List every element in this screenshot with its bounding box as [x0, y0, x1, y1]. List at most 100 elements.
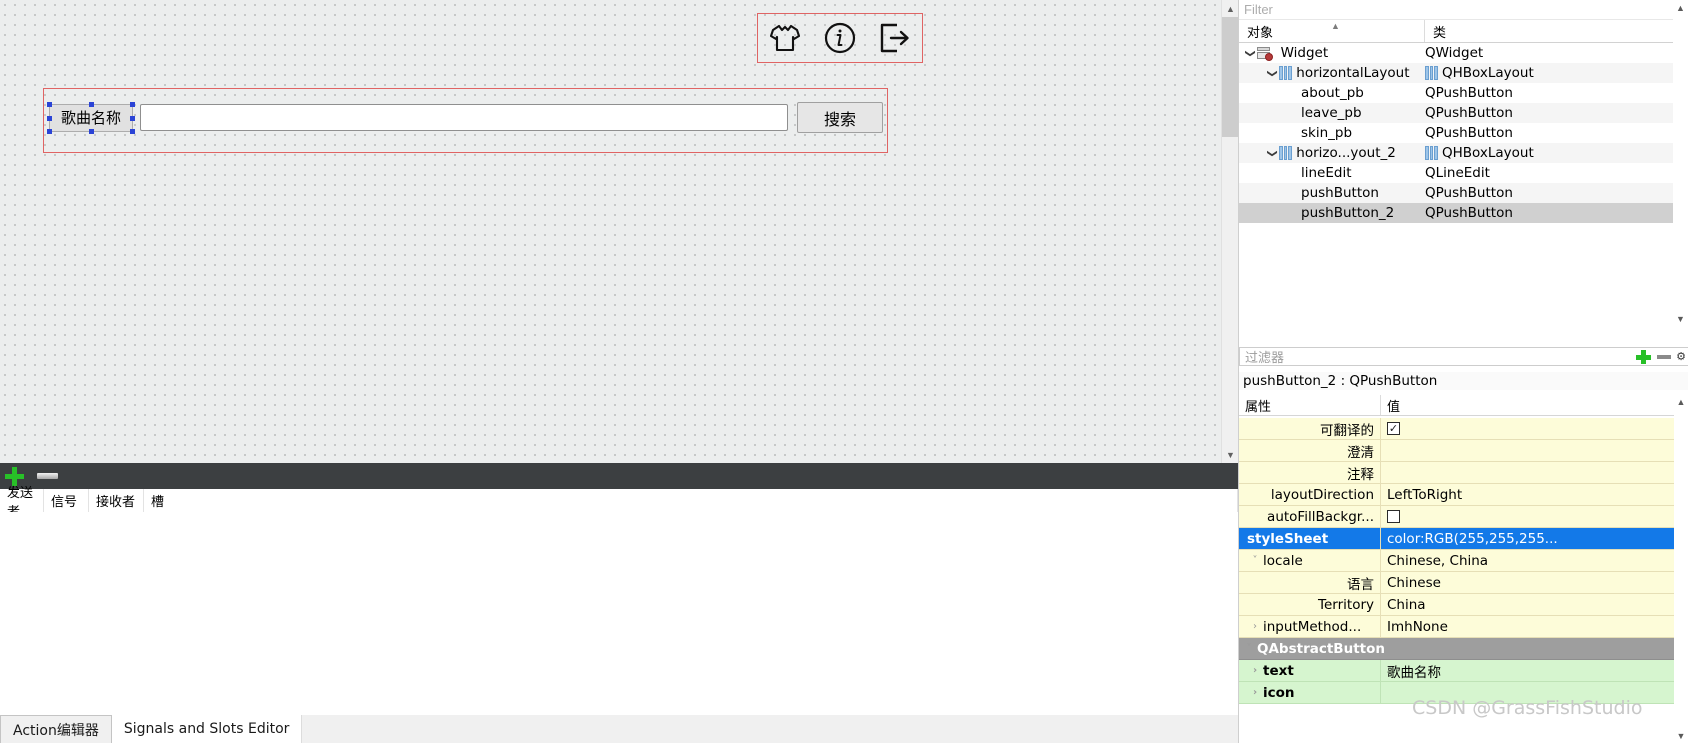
selection-handle[interactable] [47, 128, 52, 134]
song-name-button[interactable]: 歌曲名称 [47, 101, 135, 134]
property-name-column-header[interactable]: 属性 [1239, 395, 1381, 415]
tab-signals-slots-editor[interactable]: Signals and Slots Editor [111, 715, 302, 743]
property-row[interactable]: layoutDirection LeftToRight [1239, 484, 1688, 506]
scroll-up-icon[interactable]: ▲ [1673, 0, 1688, 15]
chevron-right-icon[interactable]: › [1247, 687, 1263, 698]
signals-slots-list[interactable] [0, 512, 1238, 664]
search-input[interactable] [140, 104, 788, 131]
object-class-cell: QPushButton [1425, 103, 1688, 123]
horizontal-layout-top[interactable] [757, 13, 923, 63]
chevron-right-icon[interactable]: › [1247, 621, 1263, 632]
property-name-label: icon [1263, 684, 1295, 701]
property-value-cell[interactable]: ImhNone [1381, 616, 1688, 637]
skin-button[interactable] [758, 14, 813, 62]
property-value-column-header[interactable]: 值 [1381, 395, 1688, 415]
property-value-cell[interactable]: Chinese [1381, 572, 1688, 593]
property-row[interactable]: › inputMethod... ImhNone [1239, 616, 1688, 638]
property-value-cell[interactable]: China [1381, 594, 1688, 615]
scroll-up-icon[interactable]: ▲ [1674, 395, 1688, 409]
property-row[interactable]: ˅ locale Chinese, China [1239, 550, 1688, 572]
chevron-down-icon[interactable]: ❯ [1267, 66, 1278, 80]
property-scrollbar[interactable]: ▲ ▼ [1674, 395, 1688, 743]
selection-handle[interactable] [89, 128, 94, 134]
configure-icon[interactable]: ⚙ [1674, 347, 1688, 366]
property-value-cell[interactable] [1385, 638, 1688, 659]
chevron-down-icon[interactable]: ❯ [1267, 146, 1278, 160]
property-name-cell: layoutDirection [1239, 484, 1381, 505]
object-tree-rows[interactable]: ❯ Widget QWidget ❯ horizontalLayout QHBoxLa… [1239, 43, 1688, 223]
property-value-cell[interactable]: Chinese, China [1381, 550, 1688, 571]
property-filter-input[interactable]: 过滤器 [1239, 347, 1688, 366]
scroll-down-icon[interactable]: ▼ [1222, 446, 1239, 463]
remove-property-icon[interactable] [1654, 347, 1674, 366]
checkbox[interactable] [1387, 510, 1400, 523]
property-row[interactable]: 注释 [1239, 462, 1688, 484]
property-row[interactable]: 语言 Chinese [1239, 572, 1688, 594]
property-name-cell: ˅ locale [1239, 550, 1381, 571]
checkbox[interactable]: ✓ [1387, 422, 1400, 435]
remove-connection-icon[interactable] [37, 473, 58, 479]
about-button[interactable] [813, 14, 868, 62]
property-value-cell[interactable]: ✓ [1381, 418, 1688, 439]
column-slot[interactable]: 槽 [144, 489, 1238, 512]
chevron-down-icon[interactable]: ˅ [1241, 643, 1257, 654]
object-tree-row[interactable]: pushButton QPushButton [1239, 183, 1688, 203]
property-value-cell[interactable]: LeftToRight [1381, 484, 1688, 505]
property-value-cell[interactable]: color:RGB(255,255,255... [1381, 528, 1688, 549]
scroll-up-icon[interactable]: ▲ [1222, 0, 1239, 17]
leave-button[interactable] [867, 14, 922, 62]
object-filter-input[interactable]: Filter [1239, 0, 1688, 20]
chevron-down-icon[interactable]: ❯ [1245, 46, 1256, 60]
property-rows[interactable]: 可翻译的 ✓ 澄清 注释 layoutDirection LeftToRight autoF… [1239, 418, 1688, 743]
property-row[interactable]: › icon [1239, 682, 1688, 704]
property-value-cell[interactable] [1381, 462, 1688, 483]
scrollbar-thumb[interactable] [1222, 17, 1239, 137]
object-tree-scrollbar[interactable]: ▲ ▼ [1673, 0, 1688, 326]
object-tree-row[interactable]: ❯ Widget QWidget [1239, 43, 1688, 63]
object-tree-row[interactable]: about_pb QPushButton [1239, 83, 1688, 103]
selection-handle[interactable] [130, 101, 135, 107]
property-row[interactable]: autoFillBackgr... [1239, 506, 1688, 528]
chevron-right-icon[interactable]: › [1247, 665, 1263, 676]
property-name-cell: styleSheet [1239, 528, 1381, 549]
object-tree-row[interactable]: ❯ horizontalLayout QHBoxLayout [1239, 63, 1688, 83]
column-sender[interactable]: 发送者 [0, 486, 44, 520]
selection-handle[interactable] [47, 101, 52, 107]
object-tree-row[interactable]: skin_pb QPushButton [1239, 123, 1688, 143]
scroll-down-icon[interactable]: ▼ [1674, 729, 1688, 743]
selection-handle[interactable] [130, 128, 135, 134]
property-row[interactable]: › text 歌曲名称 [1239, 660, 1688, 682]
object-name-label: skin_pb [1301, 125, 1353, 141]
selection-handle[interactable] [130, 115, 135, 121]
object-name-cell: skin_pb [1239, 123, 1425, 143]
column-signal[interactable]: 信号 [44, 489, 89, 512]
class-column-header[interactable]: 类 [1425, 20, 1688, 42]
selection-handle[interactable] [89, 101, 94, 107]
object-tree-row[interactable]: leave_pb QPushButton [1239, 103, 1688, 123]
property-value-cell[interactable] [1381, 440, 1688, 461]
form-editor-canvas[interactable]: 歌曲名称 搜索 [0, 0, 1222, 463]
object-inspector[interactable]: 对象 ▲ 类 ❯ Widget QWidget ❯ horizontalLayout… [1239, 20, 1688, 346]
chevron-down-icon[interactable]: ˅ [1247, 555, 1263, 566]
object-tree-row[interactable]: lineEdit QLineEdit [1239, 163, 1688, 183]
property-name-label: 语言 [1347, 576, 1374, 593]
canvas-vertical-scrollbar[interactable]: ▲ ▼ [1221, 0, 1239, 463]
tab-action-editor[interactable]: Action编辑器 [0, 715, 112, 743]
selection-handle[interactable] [47, 115, 52, 121]
property-row[interactable]: Territory China [1239, 594, 1688, 616]
property-value-cell[interactable] [1381, 682, 1688, 703]
property-value-cell[interactable] [1381, 506, 1688, 527]
object-tree-row[interactable]: ❯ horizo...yout_2 QHBoxLayout [1239, 143, 1688, 163]
property-row[interactable]: ˅ QAbstractButton [1239, 638, 1688, 660]
property-row[interactable]: styleSheet color:RGB(255,255,255... [1239, 528, 1688, 550]
add-property-icon[interactable] [1632, 347, 1654, 366]
column-receiver[interactable]: 接收者 [89, 489, 144, 512]
object-name-label: horizo...yout_2 [1296, 145, 1396, 161]
property-row[interactable]: 可翻译的 ✓ [1239, 418, 1688, 440]
object-tree-row[interactable]: pushButton_2 QPushButton [1239, 203, 1688, 223]
property-value-cell[interactable]: 歌曲名称 [1381, 660, 1688, 681]
scroll-down-icon[interactable]: ▼ [1673, 311, 1688, 326]
property-row[interactable]: 澄清 [1239, 440, 1688, 462]
horizontal-layout-search[interactable]: 歌曲名称 搜索 [43, 88, 888, 153]
search-button[interactable]: 搜索 [797, 102, 883, 133]
